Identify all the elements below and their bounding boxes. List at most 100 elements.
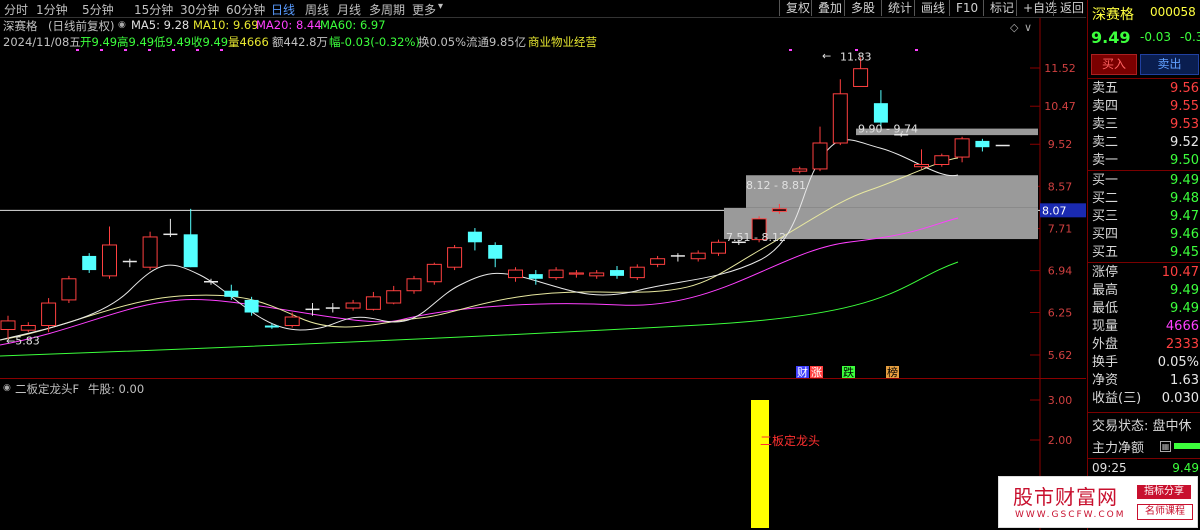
collapse-icon[interactable]: ∨ bbox=[1024, 21, 1032, 34]
watermark-title: 股市财富网 bbox=[1013, 485, 1118, 509]
candle[interactable] bbox=[650, 255, 666, 268]
ask-row-value: 9.50 bbox=[1170, 153, 1199, 168]
candle[interactable] bbox=[426, 262, 442, 285]
candle[interactable] bbox=[629, 264, 645, 280]
stat-row[interactable]: 净资 1.63 bbox=[1092, 372, 1200, 390]
candle[interactable] bbox=[284, 312, 300, 328]
candle[interactable] bbox=[467, 228, 482, 251]
candle[interactable] bbox=[975, 138, 990, 152]
price-tick-label: 5.62 bbox=[1048, 349, 1073, 362]
candle[interactable] bbox=[244, 296, 259, 316]
bid-row-label: 买三 bbox=[1092, 209, 1119, 224]
candle[interactable] bbox=[264, 323, 279, 329]
candle[interactable] bbox=[102, 226, 117, 279]
candle[interactable] bbox=[204, 278, 218, 285]
stat-row[interactable]: 最高 9.49 bbox=[1092, 282, 1200, 300]
candle[interactable] bbox=[711, 239, 726, 256]
trading-status: 交易状态: 盘中休 bbox=[1092, 419, 1192, 434]
candle[interactable] bbox=[447, 244, 463, 271]
indicator-tick-label: 2.00 bbox=[1048, 434, 1073, 447]
bid-row[interactable]: 买一 9.49 bbox=[1092, 172, 1200, 190]
bid-row-value: 9.48 bbox=[1170, 191, 1199, 206]
candle[interactable] bbox=[386, 285, 402, 305]
candle[interactable] bbox=[589, 270, 605, 279]
candle[interactable] bbox=[122, 258, 137, 268]
candle[interactable] bbox=[82, 253, 97, 273]
stat-row-value: 10.47 bbox=[1161, 265, 1199, 280]
price-tick-label: 6.94 bbox=[1048, 265, 1073, 278]
candle[interactable] bbox=[20, 322, 36, 333]
candle[interactable] bbox=[568, 270, 584, 278]
ask-row[interactable]: 卖五 9.56 bbox=[1092, 80, 1200, 98]
bid-row-value: 9.45 bbox=[1170, 245, 1199, 260]
ma60-line bbox=[0, 261, 959, 357]
stat-row[interactable]: 涨停 10.47 bbox=[1092, 264, 1200, 282]
high-price-label: 11.83 bbox=[840, 50, 872, 63]
stat-row[interactable]: 现量 4666 bbox=[1092, 318, 1200, 336]
candle[interactable] bbox=[914, 149, 929, 169]
candle[interactable] bbox=[934, 153, 950, 167]
candle[interactable] bbox=[548, 267, 564, 280]
bid-row[interactable]: 买二 9.48 bbox=[1092, 190, 1200, 208]
candle[interactable] bbox=[610, 266, 624, 279]
candle[interactable] bbox=[690, 250, 706, 262]
signal-bar bbox=[751, 400, 769, 528]
stat-row-label: 换手 bbox=[1092, 355, 1119, 370]
ask-row-label: 卖四 bbox=[1092, 99, 1119, 114]
box-label: 8.12 - 8.81 bbox=[746, 179, 806, 192]
ask-row[interactable]: 卖二 9.52 bbox=[1092, 134, 1200, 152]
bid-row[interactable]: 买三 9.47 bbox=[1092, 208, 1200, 226]
signal-bar-label: 二板定龙头 bbox=[760, 433, 820, 448]
stat-row-value: 4666 bbox=[1165, 319, 1199, 334]
candle[interactable] bbox=[832, 79, 848, 146]
watermark-tag: 名师课程 bbox=[1137, 504, 1193, 520]
price-tick-label: 6.25 bbox=[1048, 307, 1073, 320]
expand-icon[interactable]: ◇ bbox=[1010, 21, 1019, 34]
bid-row-label: 买四 bbox=[1092, 227, 1119, 242]
candle[interactable] bbox=[224, 284, 239, 300]
stat-row[interactable]: 最低 9.49 bbox=[1092, 300, 1200, 318]
candle[interactable] bbox=[406, 275, 422, 294]
event-marker-label: 榜 bbox=[887, 365, 898, 379]
candle[interactable] bbox=[670, 253, 685, 262]
stat-row[interactable]: 外盘 2333 bbox=[1092, 336, 1200, 354]
signal-dot bbox=[220, 49, 223, 51]
bid-row[interactable]: 买五 9.45 bbox=[1092, 244, 1200, 262]
candle[interactable] bbox=[183, 208, 198, 268]
stat-row-value: 0.030 bbox=[1161, 391, 1199, 406]
low-price-label: ←5.83 bbox=[6, 334, 40, 347]
settings-icon[interactable]: ◉ bbox=[3, 383, 11, 393]
ask-row-label: 卖二 bbox=[1092, 135, 1119, 150]
candle[interactable] bbox=[345, 299, 361, 311]
candle[interactable] bbox=[812, 126, 828, 172]
ask-row[interactable]: 卖一 9.50 bbox=[1092, 152, 1200, 170]
candle[interactable] bbox=[488, 242, 503, 268]
signal-dot bbox=[789, 49, 792, 51]
price-tick-label: 10.47 bbox=[1044, 100, 1076, 113]
kline-chart[interactable]: 11.52 10.47 9.52 8.57 7.71 6.94 6.25 5.62 8.07 ←… bbox=[0, 0, 1086, 530]
ask-row[interactable]: 卖四 9.55 bbox=[1092, 98, 1200, 116]
stat-row-label: 收益(三) bbox=[1092, 391, 1142, 406]
bid-row[interactable]: 买四 9.46 bbox=[1092, 226, 1200, 244]
candle[interactable] bbox=[61, 275, 77, 304]
candle[interactable] bbox=[142, 231, 158, 271]
price-tick-label: 11.52 bbox=[1044, 62, 1076, 75]
sell-button[interactable]: 卖出 bbox=[1140, 54, 1199, 75]
indicator-name[interactable]: 二板定龙头F bbox=[15, 381, 79, 397]
bid-row-label: 买五 bbox=[1092, 245, 1119, 260]
candle[interactable] bbox=[365, 291, 381, 311]
stat-row[interactable]: 换手 0.05% bbox=[1092, 354, 1200, 372]
candle[interactable] bbox=[792, 166, 808, 174]
tick-time: 09:25 bbox=[1092, 461, 1127, 475]
candle[interactable] bbox=[508, 267, 523, 282]
stat-row[interactable]: 收益(三) 0.030 bbox=[1092, 390, 1200, 408]
stat-row-value: 0.05% bbox=[1157, 355, 1199, 370]
price-axis: 11.52 10.47 9.52 8.57 7.71 6.94 6.25 5.62 8.07 bbox=[1040, 62, 1086, 362]
buy-button[interactable]: 买入 bbox=[1091, 54, 1137, 75]
watermark-url: WWW.GSCFW.COM bbox=[1015, 510, 1126, 520]
candle[interactable] bbox=[325, 303, 340, 313]
bid-row-label: 买一 bbox=[1092, 173, 1119, 188]
ask-row[interactable]: 卖三 9.53 bbox=[1092, 116, 1200, 134]
candle[interactable] bbox=[163, 218, 178, 237]
grid-icon[interactable]: ▦ bbox=[1160, 441, 1171, 452]
